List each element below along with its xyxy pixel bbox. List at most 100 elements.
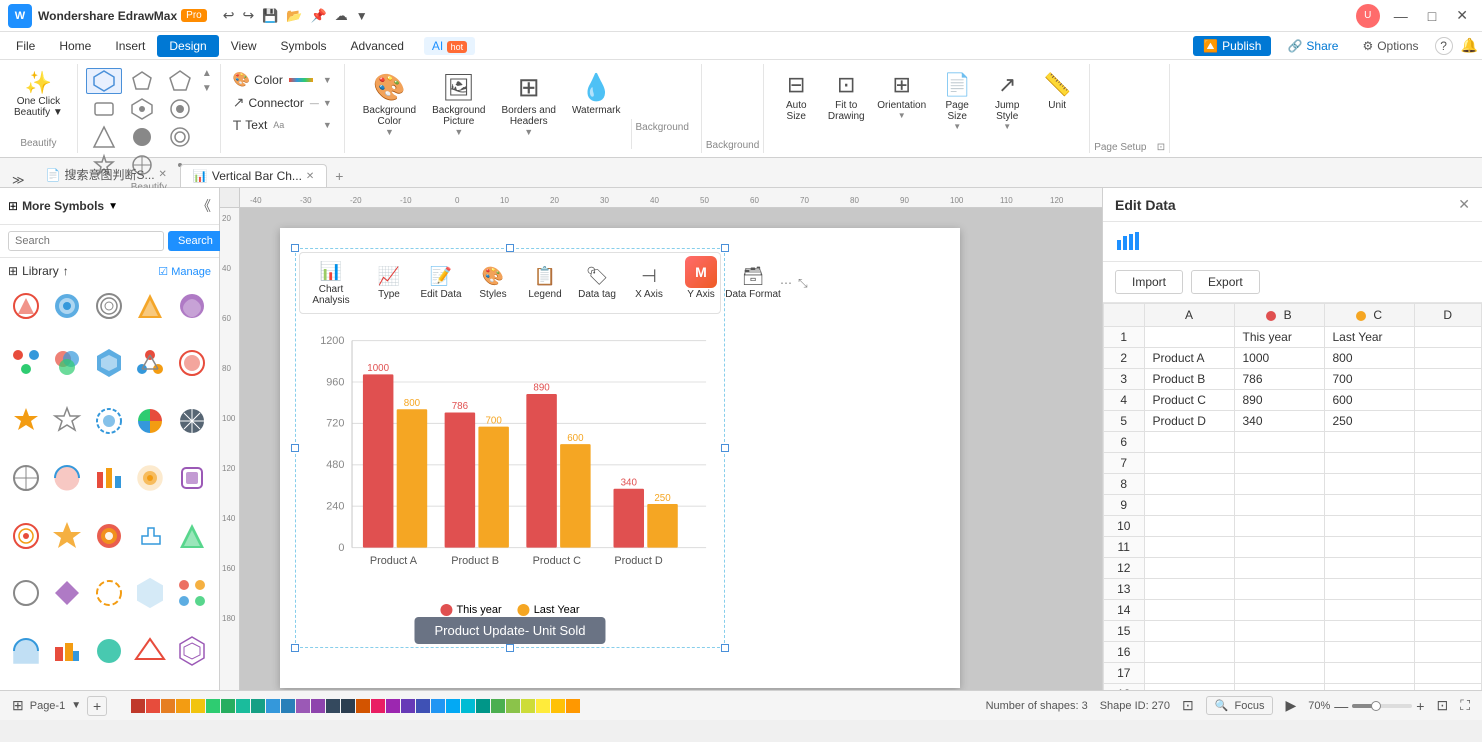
cell-c[interactable] <box>1324 432 1414 453</box>
shape-btn-7[interactable] <box>86 124 122 150</box>
cell-c[interactable]: 800 <box>1324 348 1414 369</box>
row-1-b[interactable]: This year <box>1234 327 1324 348</box>
cell-d[interactable] <box>1414 621 1482 642</box>
palette-color-swatch[interactable] <box>431 699 445 713</box>
cell-a[interactable] <box>1144 621 1234 642</box>
focus-btn[interactable]: 🔍 Focus <box>1206 696 1274 715</box>
cell-d[interactable] <box>1414 411 1482 432</box>
palette-color-swatch[interactable] <box>311 699 325 713</box>
play-btn[interactable]: ▶ <box>1285 697 1296 714</box>
symbol-34[interactable] <box>174 633 210 669</box>
palette-color-swatch[interactable] <box>401 699 415 713</box>
cell-c[interactable]: 250 <box>1324 411 1414 432</box>
cell-a[interactable] <box>1144 432 1234 453</box>
cell-a[interactable] <box>1144 537 1234 558</box>
cell-b[interactable]: 340 <box>1234 411 1324 432</box>
handle-bm[interactable] <box>506 644 514 652</box>
cell-a[interactable]: Product A <box>1144 348 1234 369</box>
page-size-btn[interactable]: 📄 PageSize ▼ <box>933 68 981 135</box>
palette-color-swatch[interactable] <box>341 699 355 713</box>
minimize-btn[interactable]: — <box>1388 0 1414 31</box>
cell-b[interactable] <box>1234 495 1324 516</box>
palette-color-swatch[interactable] <box>326 699 340 713</box>
shape-btn-1[interactable] <box>86 68 122 94</box>
symbol-24[interactable] <box>174 518 210 554</box>
watermark-btn[interactable]: 💧 Watermark <box>566 68 627 120</box>
symbol-6[interactable] <box>49 345 85 381</box>
palette-color-swatch[interactable] <box>266 699 280 713</box>
more-symbols-dropdown[interactable]: ▼ <box>108 201 118 212</box>
palette-color-swatch[interactable] <box>161 699 175 713</box>
symbol-29[interactable] <box>174 575 210 611</box>
menu-file[interactable]: File <box>4 35 47 57</box>
cell-d[interactable] <box>1414 663 1482 684</box>
symbol-16[interactable] <box>49 460 85 496</box>
cell-a[interactable] <box>1144 558 1234 579</box>
cell-b[interactable] <box>1234 663 1324 684</box>
shape-btn-9[interactable] <box>162 124 198 150</box>
one-click-beautify-btn[interactable]: ✨ One ClickBeautify ▼ <box>8 68 69 138</box>
menu-home[interactable]: Home <box>47 35 103 57</box>
cell-b[interactable] <box>1234 558 1324 579</box>
cell-b[interactable] <box>1234 600 1324 621</box>
zoom-slider[interactable] <box>1352 704 1412 708</box>
cell-d[interactable] <box>1414 390 1482 411</box>
auto-size-btn[interactable]: ⊟ AutoSize <box>772 68 820 126</box>
palette-color-swatch[interactable] <box>236 699 250 713</box>
symbol-0[interactable] <box>8 288 44 324</box>
menu-insert[interactable]: Insert <box>103 35 157 57</box>
palette-color-swatch[interactable] <box>566 699 580 713</box>
legend-btn[interactable]: 📋 Legend <box>520 262 570 304</box>
cell-d[interactable] <box>1414 558 1482 579</box>
publish-btn[interactable]: 🔼 Publish <box>1193 36 1271 56</box>
more-btn[interactable]: ▼ <box>356 9 368 23</box>
cell-a[interactable] <box>1144 474 1234 495</box>
layer-icon[interactable]: ⊡ <box>1182 697 1194 714</box>
data-format-btn[interactable]: 🗃 Data Format <box>728 262 778 304</box>
symbol-25[interactable] <box>8 575 44 611</box>
symbol-30[interactable] <box>8 633 44 669</box>
shapes-scroll-down[interactable]: ▼ <box>202 83 212 94</box>
save-btn[interactable]: 💾 <box>262 8 278 24</box>
text-btn[interactable]: T Text Aa ▼ <box>229 114 336 136</box>
cell-b[interactable]: 1000 <box>1234 348 1324 369</box>
shape-btn-3[interactable] <box>162 68 198 94</box>
chart-type-selector[interactable] <box>1103 222 1482 262</box>
symbol-32[interactable] <box>91 633 127 669</box>
cell-c[interactable] <box>1324 663 1414 684</box>
cell-d[interactable] <box>1414 348 1482 369</box>
palette-color-swatch[interactable] <box>371 699 385 713</box>
cloud-btn[interactable]: ☁ <box>335 8 348 24</box>
cell-c[interactable] <box>1324 621 1414 642</box>
cell-b[interactable]: 890 <box>1234 390 1324 411</box>
connector-btn[interactable]: ↗ Connector — ▼ <box>229 91 336 114</box>
symbol-3[interactable] <box>132 288 168 324</box>
palette-color-swatch[interactable] <box>416 699 430 713</box>
cell-b[interactable] <box>1234 537 1324 558</box>
cell-c[interactable] <box>1324 558 1414 579</box>
palette-color-swatch[interactable] <box>461 699 475 713</box>
cell-b[interactable] <box>1234 453 1324 474</box>
cell-c[interactable] <box>1324 684 1414 691</box>
symbol-26[interactable] <box>49 575 85 611</box>
fullscreen-btn[interactable]: ⛶ <box>1460 697 1470 714</box>
cell-c[interactable] <box>1324 537 1414 558</box>
undo-btn[interactable]: ↩ <box>223 7 235 24</box>
jump-style-btn[interactable]: ↗ JumpStyle ▼ <box>983 68 1031 135</box>
cell-c[interactable] <box>1324 495 1414 516</box>
symbol-10[interactable] <box>8 403 44 439</box>
cell-a[interactable]: Product C <box>1144 390 1234 411</box>
expand-tabs-btn[interactable]: ≫ <box>8 173 29 187</box>
library-expand-icon[interactable]: ⊞ <box>8 264 18 278</box>
palette-color-swatch[interactable] <box>491 699 505 713</box>
layers-icon[interactable]: ⊞ <box>12 697 24 714</box>
library-sort-icon[interactable]: ↑ <box>63 264 69 278</box>
cell-c[interactable] <box>1324 642 1414 663</box>
cell-d[interactable] <box>1414 474 1482 495</box>
handle-mr[interactable] <box>721 444 729 452</box>
toolbar-expand-btn[interactable]: ⤡ <box>798 276 808 291</box>
chart-analysis-btn[interactable]: 📊 ChartAnalysis <box>306 257 356 310</box>
toolbar-more-btn[interactable]: ⋯ <box>780 276 792 290</box>
tab-item-1[interactable]: 📊 Vertical Bar Ch... ✕ <box>180 164 327 187</box>
chart-type-btn[interactable]: 📈 Type <box>364 262 414 304</box>
